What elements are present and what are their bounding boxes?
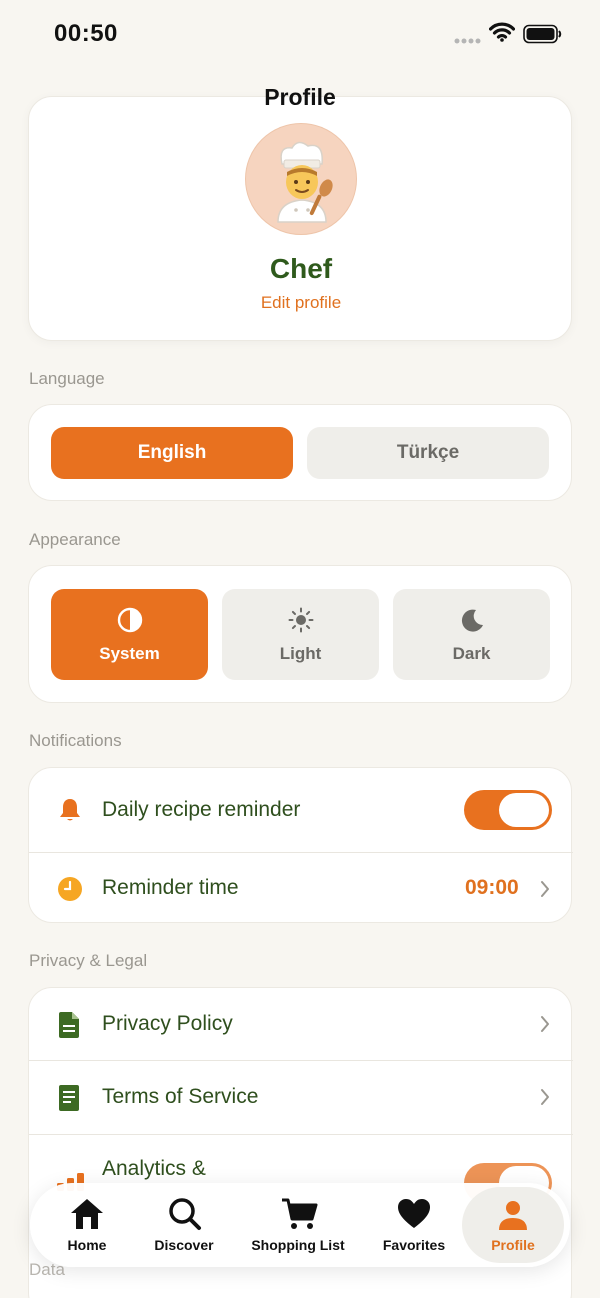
daily-reminder-toggle[interactable] bbox=[464, 790, 552, 830]
appearance-dark-label: Dark bbox=[452, 644, 491, 663]
toggle-knob bbox=[499, 793, 549, 827]
tab-home[interactable]: Home bbox=[50, 1183, 124, 1267]
chef-avatar-icon bbox=[277, 141, 333, 223]
notifications-section-label: Notifications bbox=[29, 731, 122, 750]
page-title: Profile bbox=[264, 84, 336, 110]
tab-profile[interactable]: Profile bbox=[462, 1187, 564, 1263]
sun-icon bbox=[288, 607, 314, 633]
document-icon bbox=[59, 1012, 79, 1038]
half-circle-icon bbox=[117, 607, 143, 633]
terms-of-service-row[interactable]: Terms of Service bbox=[29, 1061, 573, 1134]
privacy-policy-row[interactable]: Privacy Policy bbox=[29, 988, 573, 1060]
person-icon bbox=[499, 1201, 527, 1230]
bell-icon bbox=[60, 799, 80, 821]
tab-profile-label: Profile bbox=[491, 1237, 535, 1253]
language-turkish-button[interactable]: Türkçe bbox=[307, 427, 549, 479]
privacy-section-label: Privacy & Legal bbox=[29, 951, 148, 970]
language-section-label: Language bbox=[29, 369, 105, 388]
tab-favorites[interactable]: Favorites bbox=[370, 1183, 458, 1267]
reminder-time-label: Reminder time bbox=[102, 876, 239, 899]
cart-icon bbox=[282, 1198, 318, 1229]
tab-bar: Home Discover Shopping List Favorites Pr… bbox=[30, 1183, 570, 1267]
document-icon bbox=[59, 1085, 79, 1111]
profile-card: Chef Edit profile bbox=[28, 96, 572, 341]
chevron-right-icon bbox=[541, 1089, 549, 1105]
signal-dots-icon bbox=[454, 38, 481, 44]
status-bar: 00:50 bbox=[0, 0, 600, 68]
tab-shopping-list-label: Shopping List bbox=[251, 1237, 345, 1253]
appearance-system-label: System bbox=[99, 644, 160, 663]
clock-icon bbox=[58, 877, 82, 901]
reminder-time-value: 09:00 bbox=[465, 876, 519, 899]
appearance-system-button[interactable]: System bbox=[51, 589, 208, 680]
status-time: 00:50 bbox=[54, 20, 118, 47]
tab-discover-label: Discover bbox=[154, 1237, 214, 1253]
privacy-policy-label: Privacy Policy bbox=[102, 1012, 233, 1035]
appearance-dark-button[interactable]: Dark bbox=[393, 589, 550, 680]
notifications-card: Daily recipe reminder Reminder time 09:0… bbox=[28, 767, 573, 923]
daily-reminder-row: Daily recipe reminder bbox=[29, 768, 573, 852]
house-icon bbox=[71, 1199, 103, 1229]
appearance-light-label: Light bbox=[279, 644, 322, 663]
appearance-section-label: Appearance bbox=[29, 530, 121, 549]
chevron-right-icon bbox=[541, 881, 549, 897]
tab-shopping-list[interactable]: Shopping List bbox=[244, 1183, 352, 1267]
profile-name: Chef bbox=[269, 253, 333, 284]
reminder-time-row[interactable]: Reminder time 09:00 bbox=[29, 853, 573, 923]
appearance-light-button[interactable]: Light bbox=[222, 589, 379, 680]
appearance-card: System Light Dark bbox=[28, 565, 572, 703]
battery-icon bbox=[523, 24, 562, 44]
profile-screen: 00:50 Chef Edit profile Profile Language… bbox=[0, 0, 600, 1298]
wifi-icon bbox=[489, 22, 515, 42]
language-english-button[interactable]: English bbox=[51, 427, 293, 479]
analytics-label: Analytics & bbox=[102, 1157, 206, 1180]
avatar bbox=[245, 123, 357, 235]
terms-of-service-label: Terms of Service bbox=[102, 1085, 259, 1108]
moon-icon bbox=[461, 609, 483, 632]
heart-icon bbox=[398, 1199, 430, 1228]
search-icon bbox=[169, 1198, 201, 1230]
tab-discover[interactable]: Discover bbox=[142, 1183, 226, 1267]
tab-home-label: Home bbox=[67, 1237, 107, 1253]
tab-favorites-label: Favorites bbox=[382, 1237, 446, 1253]
daily-reminder-label: Daily recipe reminder bbox=[102, 798, 301, 821]
edit-profile-link[interactable]: Edit profile bbox=[29, 293, 573, 313]
chevron-right-icon bbox=[541, 1016, 549, 1032]
language-card: English Türkçe bbox=[28, 404, 572, 501]
